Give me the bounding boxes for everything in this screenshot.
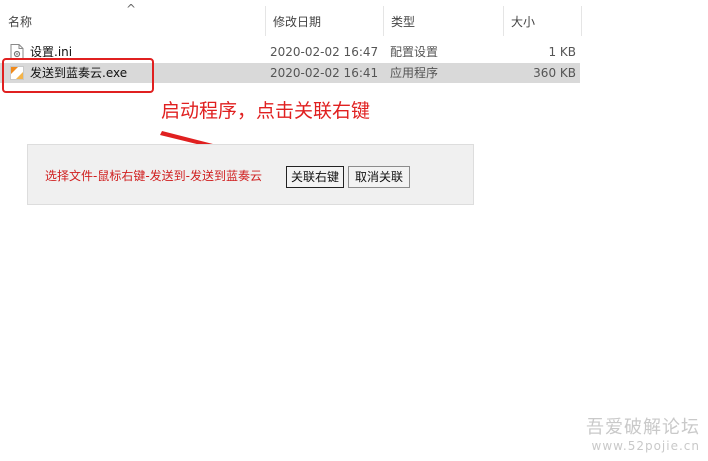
file-type: 应用程序 — [390, 66, 439, 80]
watermark-name: 吾爱破解论坛 — [586, 417, 700, 438]
column-header-name[interactable]: 名称 — [0, 0, 265, 36]
associate-context-menu-button[interactable]: 关联右键 — [286, 166, 344, 188]
column-header-type[interactable]: 类型 — [383, 0, 503, 36]
watermark-url: www.52pojie.cn — [591, 439, 700, 453]
column-divider[interactable] — [581, 6, 582, 36]
instruction-label: 选择文件-鼠标右键-发送到-发送到蓝奏云 — [45, 169, 262, 183]
annotation-text: 启动程序，点击关联右键 — [161, 100, 371, 122]
column-header-date[interactable]: 修改日期 — [265, 0, 383, 36]
file-date: 2020-02-02 16:47 — [270, 45, 379, 59]
unassociate-button[interactable]: 取消关联 — [348, 166, 410, 188]
file-date: 2020-02-02 16:41 — [270, 66, 379, 80]
file-size: 360 KB — [533, 66, 576, 80]
column-header-bar: ^ 名称 修改日期 类型 大小 — [0, 0, 708, 36]
file-type: 配置设置 — [390, 45, 439, 59]
watermark: 吾爱破解论坛 www.52pojie.cn — [586, 417, 700, 453]
app-panel: 选择文件-鼠标右键-发送到-发送到蓝奏云 关联右键 取消关联 — [27, 144, 474, 205]
file-size: 1 KB — [548, 45, 576, 59]
highlight-box — [2, 58, 154, 93]
column-header-size[interactable]: 大小 — [503, 0, 581, 36]
